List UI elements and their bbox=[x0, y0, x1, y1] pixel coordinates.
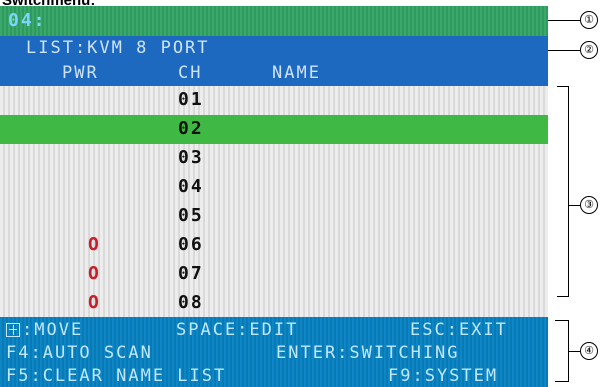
power-indicator: O bbox=[88, 234, 99, 255]
port-row[interactable]: 04 bbox=[0, 173, 548, 202]
hotkey-footer: :MOVE SPACE:EDIT ESC:EXIT F4:AUTO SCAN E… bbox=[0, 317, 548, 387]
power-indicator: O bbox=[88, 292, 99, 313]
port-row[interactable]: 01 bbox=[0, 86, 548, 115]
system-hint: F9:SYSTEM bbox=[388, 366, 499, 386]
port-row[interactable]: 03 bbox=[0, 144, 548, 173]
pwr-column-header: PWR bbox=[62, 63, 99, 83]
list-title-bar: LIST:KVM 8 PORT bbox=[0, 36, 548, 62]
callout-1: ① bbox=[580, 11, 598, 29]
callout-2: ② bbox=[580, 41, 598, 59]
callout-line-4 bbox=[568, 351, 580, 352]
callout-bracket-4-bottom bbox=[555, 381, 568, 382]
callout-bracket-3-bottom bbox=[557, 296, 569, 297]
osd-screen: 04: LIST:KVM 8 PORT PWR CH NAME 01 02 03… bbox=[0, 6, 548, 387]
callout-3: ③ bbox=[580, 196, 598, 214]
move-label: :MOVE bbox=[22, 320, 84, 340]
channel-number: 04 bbox=[178, 176, 204, 197]
port-row-selected[interactable]: 02 bbox=[0, 115, 548, 144]
port-row[interactable]: O 06 bbox=[0, 231, 548, 260]
port-list: 01 02 03 04 05 O 06 O 07 O 08 bbox=[0, 86, 548, 317]
port-row[interactable]: 05 bbox=[0, 202, 548, 231]
move-icon bbox=[6, 323, 20, 337]
port-row[interactable]: O 08 bbox=[0, 289, 548, 318]
power-indicator: O bbox=[88, 263, 99, 284]
callout-4: ④ bbox=[580, 342, 598, 360]
footer-row: F5:CLEAR NAME LIST F9:SYSTEM bbox=[0, 366, 548, 387]
ch-column-header: CH bbox=[178, 63, 203, 83]
callout-line-3 bbox=[568, 205, 580, 206]
column-header-bar: PWR CH NAME bbox=[0, 62, 548, 86]
channel-number: 05 bbox=[178, 205, 204, 226]
channel-number: 06 bbox=[178, 234, 204, 255]
channel-number: 07 bbox=[178, 263, 204, 284]
list-title: LIST:KVM 8 PORT bbox=[26, 38, 210, 58]
channel-number: 08 bbox=[178, 292, 204, 313]
name-column-header: NAME bbox=[272, 63, 321, 83]
auto-scan-hint: F4:AUTO SCAN bbox=[6, 343, 153, 363]
esc-exit-hint: ESC:EXIT bbox=[410, 320, 508, 340]
move-hint: :MOVE bbox=[6, 320, 83, 340]
callout-line-1 bbox=[548, 20, 580, 21]
callout-line-2 bbox=[548, 50, 580, 51]
port-row[interactable]: O 07 bbox=[0, 260, 548, 289]
channel-number: 02 bbox=[178, 118, 204, 139]
callout-bracket-3-side bbox=[568, 86, 569, 296]
space-edit-hint: SPACE:EDIT bbox=[176, 320, 299, 340]
callout-bracket-4-top bbox=[555, 320, 568, 321]
channel-input-bar[interactable]: 04: bbox=[0, 6, 548, 36]
current-channel-text: 04: bbox=[8, 10, 47, 31]
enter-switching-hint: ENTER:SWITCHING bbox=[276, 343, 460, 363]
footer-row: :MOVE SPACE:EDIT ESC:EXIT bbox=[0, 320, 548, 343]
channel-number: 01 bbox=[178, 89, 204, 110]
footer-row: F4:AUTO SCAN ENTER:SWITCHING bbox=[0, 343, 548, 366]
channel-number: 03 bbox=[178, 147, 204, 168]
clear-name-list-hint: F5:CLEAR NAME LIST bbox=[6, 366, 227, 386]
